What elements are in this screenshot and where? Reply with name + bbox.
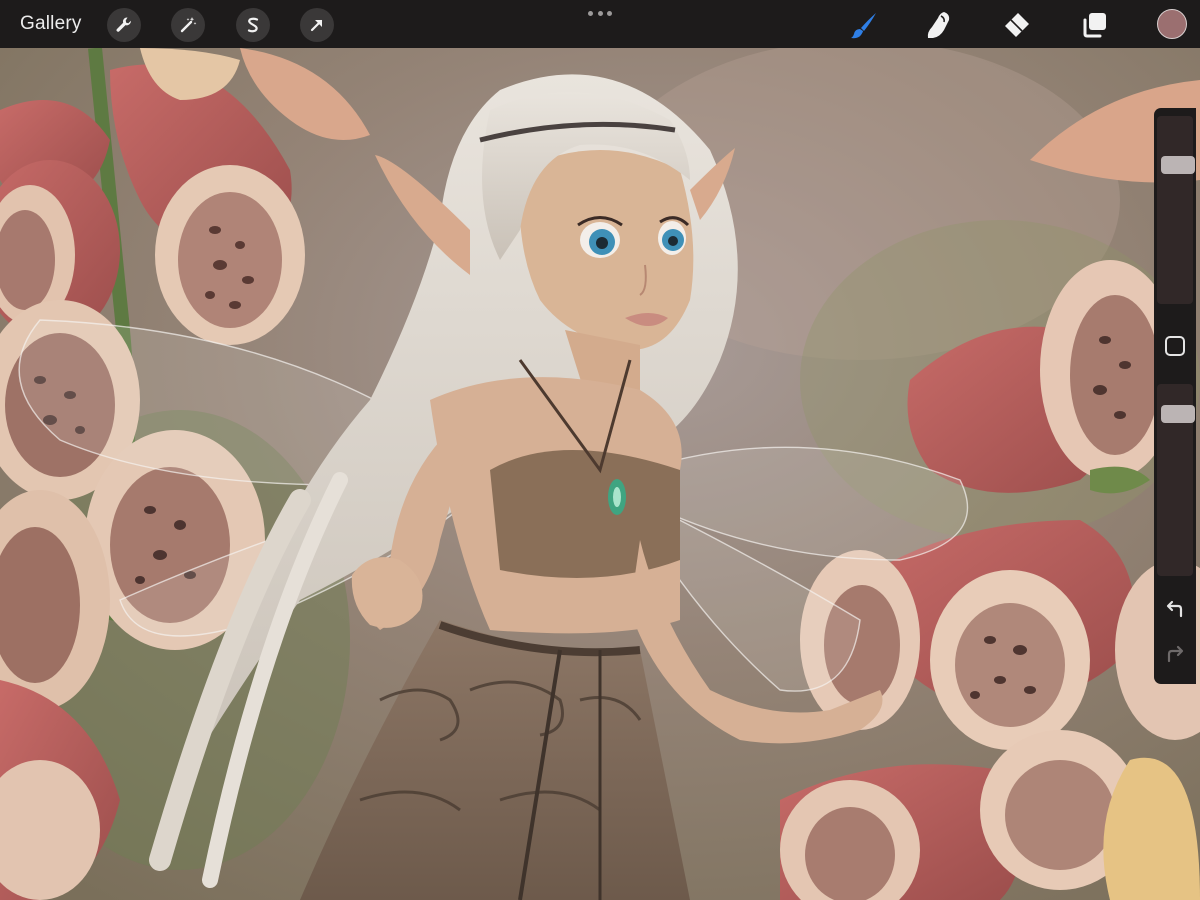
brush-tool-button[interactable] bbox=[847, 8, 881, 42]
redo-button[interactable] bbox=[1163, 643, 1187, 667]
redo-arrow-icon bbox=[1167, 645, 1184, 663]
layers-button[interactable] bbox=[1078, 8, 1112, 42]
top-toolbar: Gallery bbox=[0, 0, 1200, 48]
brush-size-slider[interactable] bbox=[1157, 116, 1195, 304]
selection-s-icon bbox=[247, 17, 259, 33]
brush-icon bbox=[851, 13, 876, 39]
arrow-cursor-icon bbox=[310, 19, 323, 32]
smudge-finger-icon bbox=[927, 12, 950, 38]
smudge-tool-button[interactable] bbox=[922, 8, 956, 42]
brush-size-slider-thumb[interactable] bbox=[1161, 155, 1195, 174]
eraser-icon bbox=[1005, 13, 1029, 37]
opacity-slider[interactable] bbox=[1157, 384, 1195, 576]
selection-button[interactable] bbox=[236, 8, 270, 42]
opacity-slider-thumb[interactable] bbox=[1161, 404, 1195, 423]
square-icon bbox=[1165, 336, 1185, 356]
layers-icon bbox=[1083, 13, 1106, 38]
adjustments-button[interactable] bbox=[171, 8, 205, 42]
actions-button[interactable] bbox=[107, 8, 141, 42]
color-picker-button[interactable] bbox=[1157, 9, 1187, 39]
side-bar bbox=[1154, 108, 1196, 684]
magic-wand-icon bbox=[180, 17, 197, 33]
wrench-icon bbox=[116, 17, 131, 32]
transform-button[interactable] bbox=[300, 8, 334, 42]
artwork-fairy-foxgloves bbox=[0, 48, 1200, 900]
undo-arrow-icon bbox=[1166, 600, 1183, 618]
eraser-tool-button[interactable] bbox=[999, 8, 1033, 42]
drawing-canvas[interactable] bbox=[0, 48, 1200, 900]
undo-button[interactable] bbox=[1163, 598, 1187, 622]
gallery-button[interactable]: Gallery bbox=[20, 13, 82, 35]
more-dots-icon[interactable] bbox=[588, 8, 612, 18]
modify-button[interactable] bbox=[1163, 334, 1187, 358]
